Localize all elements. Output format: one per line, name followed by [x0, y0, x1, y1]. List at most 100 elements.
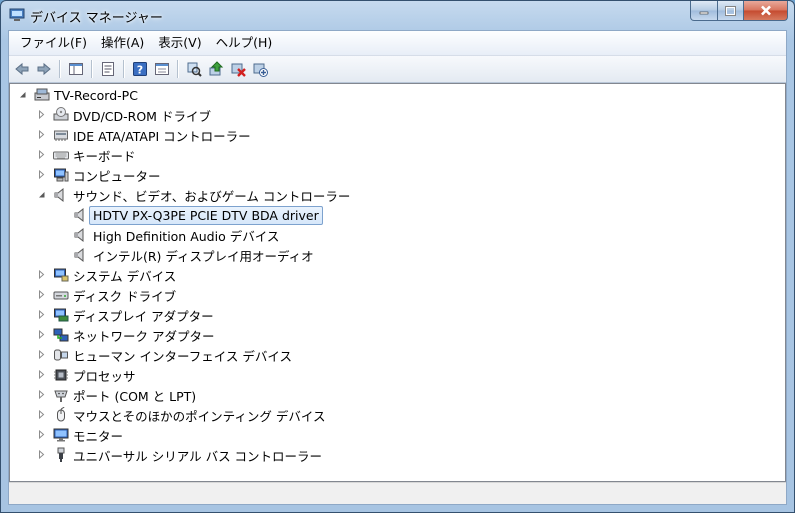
tree-device-item-selected[interactable]: HDTV PX-Q3PE PCIE DTV BDA driver: [73, 205, 323, 225]
svg-text:?: ?: [137, 64, 143, 77]
back-icon: [15, 62, 29, 76]
port-icon: [54, 390, 68, 402]
update-driver-button[interactable]: [205, 58, 227, 80]
forward-icon: [37, 62, 51, 76]
computer-icon: [54, 168, 69, 182]
collapse-arrow-icon[interactable]: [37, 190, 46, 199]
scan-hardware-button[interactable]: [183, 58, 205, 80]
tree-item-label: ディスク ドライブ: [73, 288, 177, 304]
expand-arrow-icon[interactable]: [37, 430, 46, 439]
status-bar: [9, 482, 786, 504]
menu-item[interactable]: ファイル(F): [13, 32, 94, 54]
tree-category-item[interactable]: ユニバーサル シリアル バス コントローラー: [53, 445, 322, 465]
tree-device-item[interactable]: High Definition Audio デバイス: [73, 225, 279, 245]
tree-category-item[interactable]: プロセッサ: [53, 365, 136, 385]
collapse-arrow-icon[interactable]: [18, 90, 27, 99]
tree-item-label: サウンド、ビデオ、およびゲーム コントローラー: [73, 188, 351, 204]
expand-arrow-icon[interactable]: [37, 370, 46, 379]
monitor-icon: [53, 428, 69, 442]
title-bar[interactable]: デバイス マネージャー: [1, 1, 794, 29]
help-button[interactable]: ?: [129, 58, 151, 80]
tree-category-item[interactable]: キーボード: [53, 145, 136, 165]
menu-item[interactable]: 表示(V): [151, 32, 208, 54]
maximize-icon: [725, 5, 736, 16]
tree-category-item[interactable]: ヒューマン インターフェイス デバイス: [53, 345, 292, 365]
expand-arrow-icon[interactable]: [37, 450, 46, 459]
system-device-icon: [54, 268, 69, 282]
scan-hardware-icon: [187, 62, 202, 77]
close-button[interactable]: [744, 1, 788, 21]
tree-item-label: ネットワーク アダプター: [73, 328, 215, 344]
tree-item-label: ディスプレイ アダプター: [73, 308, 214, 324]
display-adapter-icon: [54, 308, 69, 322]
window-title: デバイス マネージャー: [30, 11, 163, 26]
tree-item-label: TV-Record-PC: [54, 87, 138, 103]
usb-icon: [57, 447, 65, 462]
expand-arrow-icon[interactable]: [37, 290, 46, 299]
tree-item-label: ポート (COM と LPT): [73, 388, 197, 404]
tree-category-item[interactable]: サウンド、ビデオ、およびゲーム コントローラー: [53, 185, 350, 205]
speaker-icon: [74, 227, 84, 243]
properties-icon: [102, 62, 114, 76]
tree-item-label: プロセッサ: [73, 368, 136, 384]
expand-arrow-icon[interactable]: [37, 410, 46, 419]
maximize-button[interactable]: [718, 1, 744, 21]
tree-root-computer[interactable]: TV-Record-PC: [34, 85, 138, 105]
tree-item-label: HDTV PX-Q3PE PCIE DTV BDA driver: [89, 205, 323, 225]
menu-bar: ファイル(F) 操作(A) 表示(V) ヘルプ(H): [9, 31, 786, 56]
help-icon: ?: [133, 62, 147, 77]
device-tree[interactable]: TV-Record-PC DVD/CD-ROM ドライブ IDE ATA/ATAPI…: [9, 83, 786, 482]
expand-arrow-icon[interactable]: [37, 170, 46, 179]
expand-arrow-icon[interactable]: [37, 310, 46, 319]
tree-category-item[interactable]: ディスク ドライブ: [53, 285, 176, 305]
expand-arrow-icon[interactable]: [37, 270, 46, 279]
menu-item[interactable]: 操作(A): [94, 32, 151, 54]
tree-category-item[interactable]: ポート (COM と LPT): [53, 385, 196, 405]
uninstall-button[interactable]: [227, 58, 249, 80]
tree-category-item[interactable]: モニター: [53, 425, 123, 445]
tree-category-item[interactable]: マウスとそのほかのポインティング デバイス: [53, 405, 325, 425]
menu-item[interactable]: ヘルプ(H): [209, 32, 280, 54]
tree-category-item[interactable]: ネットワーク アダプター: [53, 325, 214, 345]
tree-category-item[interactable]: コンピューター: [53, 165, 161, 185]
tree-item-label: ヒューマン インターフェイス デバイス: [73, 348, 292, 364]
toolbar-separator: [91, 60, 93, 78]
tree-item-label: システム デバイス: [73, 268, 177, 284]
dvd-drive-icon: [53, 107, 69, 121]
expand-arrow-icon[interactable]: [37, 150, 46, 159]
tree-device-item[interactable]: インテル(R) ディスプレイ用オーディオ: [73, 245, 314, 265]
device-manager-window: デバイス マネージャー ファイル(F) 操作(A) 表示(V) ヘルプ(H) ? TV…: [0, 0, 795, 513]
expand-arrow-icon[interactable]: [37, 330, 46, 339]
expand-arrow-icon[interactable]: [37, 390, 46, 399]
uninstall-icon: [231, 63, 246, 77]
show-hide-tree-icon: [69, 63, 83, 75]
expand-arrow-icon[interactable]: [37, 350, 46, 359]
tree-item-label: モニター: [73, 428, 124, 444]
disable-device-icon: [253, 63, 268, 77]
show-hide-tree-button[interactable]: [65, 58, 87, 80]
minimize-button[interactable]: [690, 1, 718, 21]
tree-item-label: キーボード: [73, 148, 136, 164]
tree-category-item[interactable]: システム デバイス: [53, 265, 176, 285]
disable-device-button[interactable]: [249, 58, 271, 80]
tree-item-label: IDE ATA/ATAPI コントローラー: [73, 128, 251, 144]
client-area: ファイル(F) 操作(A) 表示(V) ヘルプ(H) ? TV-Record-PC DV…: [8, 30, 787, 505]
properties-button[interactable]: [97, 58, 119, 80]
speaker-icon: [74, 247, 84, 263]
close-icon: [760, 5, 771, 16]
back-button[interactable]: [11, 58, 33, 80]
tree-item-label: コンピューター: [73, 168, 161, 184]
toolbar-separator: [177, 60, 179, 78]
tree-item-label: DVD/CD-ROM ドライブ: [73, 108, 211, 124]
keyboard-icon: [53, 151, 69, 160]
view-button[interactable]: [151, 58, 173, 80]
tree-category-item[interactable]: IDE ATA/ATAPI コントローラー: [53, 125, 251, 145]
tree-category-item[interactable]: DVD/CD-ROM ドライブ: [53, 105, 211, 125]
mouse-icon: [57, 407, 65, 422]
expand-arrow-icon[interactable]: [37, 110, 46, 119]
forward-button[interactable]: [33, 58, 55, 80]
expand-arrow-icon[interactable]: [37, 130, 46, 139]
minimize-icon: [699, 11, 709, 14]
tree-category-item[interactable]: ディスプレイ アダプター: [53, 305, 214, 325]
update-driver-icon: [209, 61, 224, 76]
